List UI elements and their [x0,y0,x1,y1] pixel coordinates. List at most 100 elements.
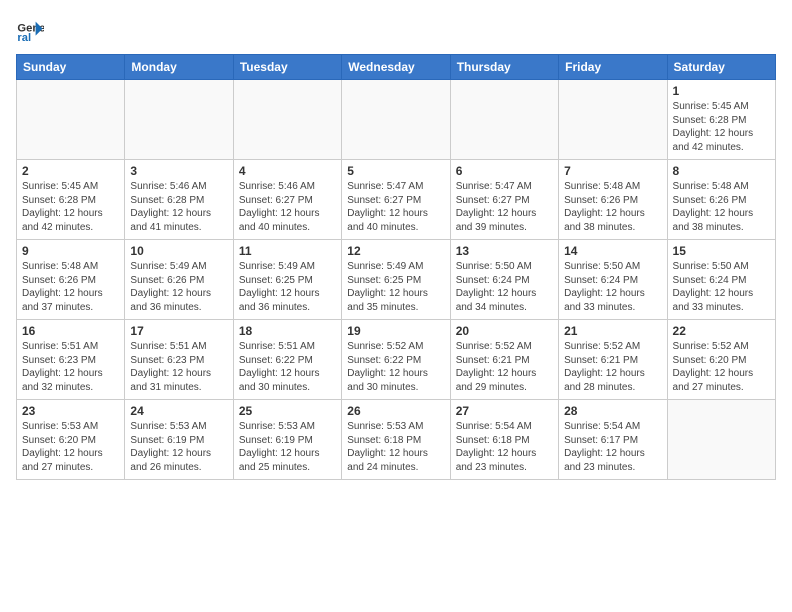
day-info: Sunrise: 5:49 AM Sunset: 6:25 PM Dayligh… [347,260,444,314]
calendar-cell: 21 Sunrise: 5:52 AM Sunset: 6:21 PM Dayli… [559,320,667,400]
calendar-cell: 1 Sunrise: 5:45 AM Sunset: 6:28 PM Daylig… [667,80,775,160]
calendar-cell: 6 Sunrise: 5:47 AM Sunset: 6:27 PM Daylig… [450,160,558,240]
calendar-cell [667,400,775,480]
day-info: Sunrise: 5:49 AM Sunset: 6:26 PM Dayligh… [130,260,227,314]
day-info: Sunrise: 5:48 AM Sunset: 6:26 PM Dayligh… [22,260,119,314]
day-number: 20 [456,324,553,338]
day-number: 22 [673,324,770,338]
day-info: Sunrise: 5:52 AM Sunset: 6:20 PM Dayligh… [673,340,770,394]
day-number: 4 [239,164,336,178]
calendar-cell: 26 Sunrise: 5:53 AM Sunset: 6:18 PM Dayli… [342,400,450,480]
calendar-cell: 15 Sunrise: 5:50 AM Sunset: 6:24 PM Dayli… [667,240,775,320]
day-number: 3 [130,164,227,178]
day-number: 19 [347,324,444,338]
calendar-cell: 25Sunrise: 5:53 AM Sunset: 6:19 PM Dayli… [233,400,341,480]
calendar-cell: 27 Sunrise: 5:54 AM Sunset: 6:18 PM Dayli… [450,400,558,480]
calendar-dow-monday: Monday [125,55,233,80]
day-info: Sunrise: 5:51 AM Sunset: 6:22 PM Dayligh… [239,340,336,394]
day-number: 27 [456,404,553,418]
day-number: 13 [456,244,553,258]
calendar-cell [450,80,558,160]
calendar-cell [17,80,125,160]
calendar-dow-wednesday: Wednesday [342,55,450,80]
calendar-cell: 18 Sunrise: 5:51 AM Sunset: 6:22 PM Dayli… [233,320,341,400]
calendar-dow-tuesday: Tuesday [233,55,341,80]
calendar-cell: 5Sunrise: 5:47 AM Sunset: 6:27 PM Daylig… [342,160,450,240]
logo: Gene ral [16,16,46,44]
calendar-cell: 19 Sunrise: 5:52 AM Sunset: 6:22 PM Dayli… [342,320,450,400]
day-info: Sunrise: 5:51 AM Sunset: 6:23 PM Dayligh… [22,340,119,394]
calendar-cell: 10 Sunrise: 5:49 AM Sunset: 6:26 PM Dayli… [125,240,233,320]
calendar-cell: 16Sunrise: 5:51 AM Sunset: 6:23 PM Dayli… [17,320,125,400]
calendar-cell: 8 Sunrise: 5:48 AM Sunset: 6:26 PM Daylig… [667,160,775,240]
calendar-cell: 12Sunrise: 5:49 AM Sunset: 6:25 PM Dayli… [342,240,450,320]
calendar-table: SundayMondayTuesdayWednesdayThursdayFrid… [16,54,776,480]
day-number: 26 [347,404,444,418]
day-info: Sunrise: 5:53 AM Sunset: 6:19 PM Dayligh… [130,420,227,474]
day-number: 21 [564,324,661,338]
calendar-week-row: 1 Sunrise: 5:45 AM Sunset: 6:28 PM Daylig… [17,80,776,160]
calendar-week-row: 23Sunrise: 5:53 AM Sunset: 6:20 PM Dayli… [17,400,776,480]
day-info: Sunrise: 5:51 AM Sunset: 6:23 PM Dayligh… [130,340,227,394]
calendar-dow-thursday: Thursday [450,55,558,80]
day-number: 6 [456,164,553,178]
day-info: Sunrise: 5:45 AM Sunset: 6:28 PM Dayligh… [22,180,119,234]
calendar-cell: 11 Sunrise: 5:49 AM Sunset: 6:25 PM Dayli… [233,240,341,320]
day-info: Sunrise: 5:50 AM Sunset: 6:24 PM Dayligh… [564,260,661,314]
day-info: Sunrise: 5:52 AM Sunset: 6:21 PM Dayligh… [456,340,553,394]
day-info: Sunrise: 5:54 AM Sunset: 6:17 PM Dayligh… [564,420,661,474]
calendar-dow-saturday: Saturday [667,55,775,80]
day-number: 10 [130,244,227,258]
calendar-cell [559,80,667,160]
day-info: Sunrise: 5:52 AM Sunset: 6:21 PM Dayligh… [564,340,661,394]
calendar-cell: 14 Sunrise: 5:50 AM Sunset: 6:24 PM Dayli… [559,240,667,320]
calendar-cell [233,80,341,160]
day-info: Sunrise: 5:46 AM Sunset: 6:27 PM Dayligh… [239,180,336,234]
day-number: 1 [673,84,770,98]
day-info: Sunrise: 5:53 AM Sunset: 6:19 PM Dayligh… [239,420,336,474]
day-info: Sunrise: 5:46 AM Sunset: 6:28 PM Dayligh… [130,180,227,234]
calendar-cell: 9 Sunrise: 5:48 AM Sunset: 6:26 PM Daylig… [17,240,125,320]
day-number: 15 [673,244,770,258]
day-info: Sunrise: 5:53 AM Sunset: 6:20 PM Dayligh… [22,420,119,474]
day-info: Sunrise: 5:53 AM Sunset: 6:18 PM Dayligh… [347,420,444,474]
day-info: Sunrise: 5:47 AM Sunset: 6:27 PM Dayligh… [347,180,444,234]
calendar-cell: 13 Sunrise: 5:50 AM Sunset: 6:24 PM Dayli… [450,240,558,320]
day-info: Sunrise: 5:45 AM Sunset: 6:28 PM Dayligh… [673,100,770,154]
day-number: 9 [22,244,119,258]
day-number: 28 [564,404,661,418]
day-info: Sunrise: 5:50 AM Sunset: 6:24 PM Dayligh… [673,260,770,314]
calendar-header-row: SundayMondayTuesdayWednesdayThursdayFrid… [17,55,776,80]
calendar-cell: 2 Sunrise: 5:45 AM Sunset: 6:28 PM Daylig… [17,160,125,240]
day-number: 7 [564,164,661,178]
day-number: 17 [130,324,227,338]
calendar-cell: 24 Sunrise: 5:53 AM Sunset: 6:19 PM Dayli… [125,400,233,480]
svg-text:ral: ral [17,32,31,44]
logo-icon: Gene ral [16,16,44,44]
calendar-cell: 23Sunrise: 5:53 AM Sunset: 6:20 PM Dayli… [17,400,125,480]
page-header: Gene ral [16,16,776,44]
calendar-dow-sunday: Sunday [17,55,125,80]
day-info: Sunrise: 5:52 AM Sunset: 6:22 PM Dayligh… [347,340,444,394]
calendar-cell [342,80,450,160]
calendar-cell: 28 Sunrise: 5:54 AM Sunset: 6:17 PM Dayli… [559,400,667,480]
day-number: 11 [239,244,336,258]
calendar-cell [125,80,233,160]
day-info: Sunrise: 5:48 AM Sunset: 6:26 PM Dayligh… [673,180,770,234]
day-number: 14 [564,244,661,258]
day-number: 24 [130,404,227,418]
day-info: Sunrise: 5:50 AM Sunset: 6:24 PM Dayligh… [456,260,553,314]
day-info: Sunrise: 5:47 AM Sunset: 6:27 PM Dayligh… [456,180,553,234]
calendar-week-row: 2 Sunrise: 5:45 AM Sunset: 6:28 PM Daylig… [17,160,776,240]
day-info: Sunrise: 5:49 AM Sunset: 6:25 PM Dayligh… [239,260,336,314]
calendar-cell: 4 Sunrise: 5:46 AM Sunset: 6:27 PM Daylig… [233,160,341,240]
day-number: 18 [239,324,336,338]
calendar-cell: 17 Sunrise: 5:51 AM Sunset: 6:23 PM Dayli… [125,320,233,400]
day-number: 2 [22,164,119,178]
calendar-cell: 7 Sunrise: 5:48 AM Sunset: 6:26 PM Daylig… [559,160,667,240]
day-number: 8 [673,164,770,178]
day-info: Sunrise: 5:48 AM Sunset: 6:26 PM Dayligh… [564,180,661,234]
calendar-dow-friday: Friday [559,55,667,80]
day-info: Sunrise: 5:54 AM Sunset: 6:18 PM Dayligh… [456,420,553,474]
calendar-cell: 3 Sunrise: 5:46 AM Sunset: 6:28 PM Daylig… [125,160,233,240]
